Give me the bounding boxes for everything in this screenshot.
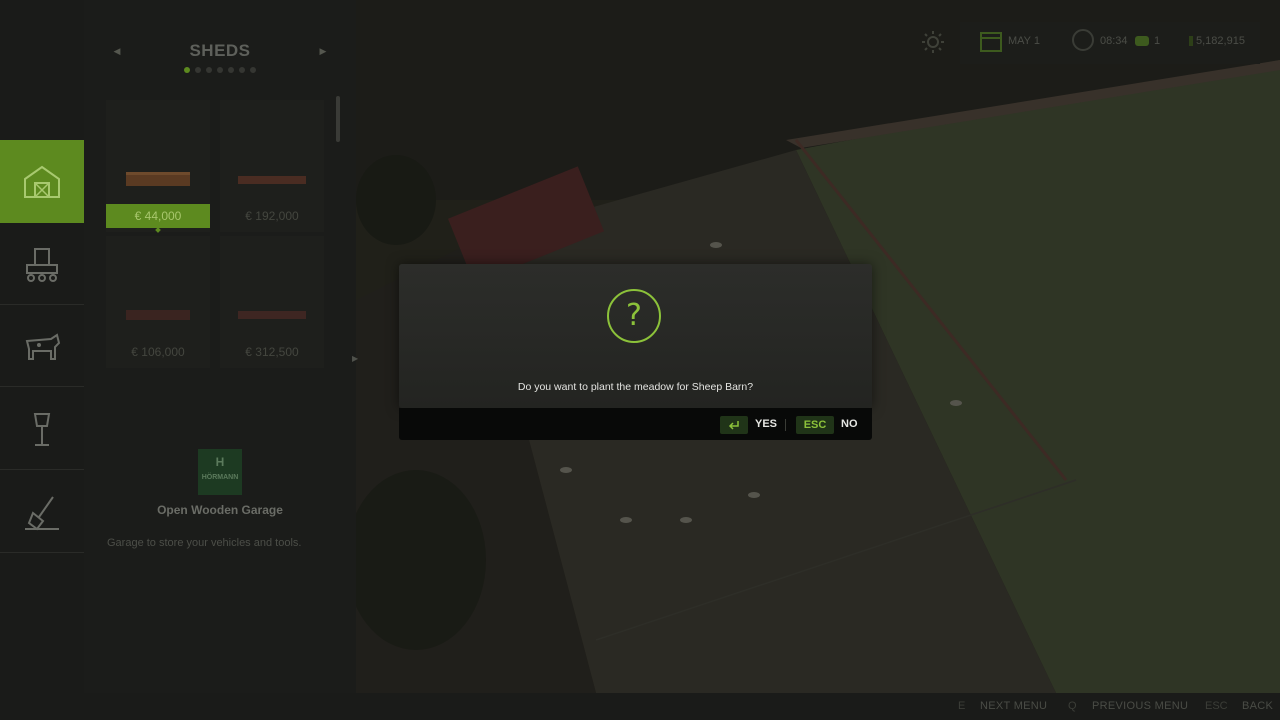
bottom-hint-bar xyxy=(0,693,1280,720)
page-indicator xyxy=(104,67,336,73)
category-sidebar xyxy=(0,0,91,693)
page-dot[interactable] xyxy=(228,67,234,73)
tab-landscaping[interactable] xyxy=(0,472,84,553)
esc-key-badge[interactable]: ESC xyxy=(796,416,834,434)
confirm-dialog: ? Do you want to plant the meadow for Sh… xyxy=(399,264,872,408)
store-item-3[interactable]: € 312,500 xyxy=(220,236,324,368)
page-dot[interactable] xyxy=(206,67,212,73)
shed-thumbnail-icon xyxy=(126,310,190,320)
shed-thumbnail-icon xyxy=(238,311,306,319)
page-dot[interactable] xyxy=(239,67,245,73)
no-button[interactable]: NO xyxy=(841,418,858,430)
page-dot[interactable] xyxy=(195,67,201,73)
item-price: € 312,500 xyxy=(245,345,299,359)
tab-animals[interactable] xyxy=(0,306,84,387)
hud-money: 5,182,915 xyxy=(1196,35,1245,47)
hint-key-back: ESC xyxy=(1205,700,1228,712)
hud-date: MAY 1 xyxy=(1008,35,1040,47)
barn-icon xyxy=(24,165,60,198)
dialog-message: Do you want to plant the meadow for Shee… xyxy=(517,381,754,393)
question-mark-icon: ? xyxy=(607,289,661,343)
store-panel: ◀ SHEDS ▶ € 44,000 € 192,000 € 106,000 €… xyxy=(84,0,356,693)
garage-thumbnail-icon xyxy=(126,172,190,186)
next-menu-button[interactable]: NEXT MENU xyxy=(980,700,1047,712)
tab-buildings[interactable] xyxy=(0,140,91,223)
category-title: SHEDS xyxy=(189,41,251,60)
hud-time-scale: 1 xyxy=(1154,35,1161,47)
item-grid-scrollbar[interactable] xyxy=(336,96,340,142)
button-separator xyxy=(785,419,786,431)
back-button[interactable]: BACK xyxy=(1242,700,1273,712)
clock-icon xyxy=(1072,29,1094,51)
item-price: € 106,000 xyxy=(131,345,185,359)
page-dot[interactable] xyxy=(250,67,256,73)
money-icon xyxy=(1189,36,1193,46)
hud-time: 08:34 xyxy=(1100,35,1128,47)
calendar-icon xyxy=(980,32,1002,52)
shovel-icon xyxy=(25,496,59,531)
page-dot[interactable] xyxy=(217,67,223,73)
time-scale-icon xyxy=(1135,36,1149,46)
tab-decorations[interactable] xyxy=(0,389,84,470)
panel-expand-arrow-icon[interactable]: ▶ xyxy=(352,354,358,363)
page-dot[interactable] xyxy=(184,67,190,73)
previous-menu-button[interactable]: PREVIOUS MENU xyxy=(1092,700,1188,712)
yes-button[interactable]: YES xyxy=(755,418,777,430)
cow-icon xyxy=(25,333,61,360)
store-item-2[interactable]: € 106,000 xyxy=(106,236,210,368)
sun-icon xyxy=(922,31,944,53)
item-price: € 192,000 xyxy=(245,209,299,223)
dialog-button-bar: YES ESC NO xyxy=(399,408,872,440)
store-item-0[interactable]: € 44,000 xyxy=(106,100,210,232)
brand-logo: H HÖRMANN xyxy=(198,449,242,495)
lamp-post-icon xyxy=(33,413,51,446)
selected-item-description: Garage to store your vehicles and tools. xyxy=(107,537,302,549)
selected-item-name: Open Wooden Garage xyxy=(157,503,283,517)
hint-key-prev: Q xyxy=(1068,700,1077,712)
production-icon xyxy=(26,248,58,282)
tab-production[interactable] xyxy=(0,224,84,305)
shed-thumbnail-icon xyxy=(238,176,306,184)
next-category-arrow-icon[interactable]: ▶ xyxy=(316,44,330,58)
enter-key-icon[interactable] xyxy=(720,416,748,434)
category-header: ◀ SHEDS ▶ xyxy=(104,36,336,76)
hint-key-next: E xyxy=(958,700,966,712)
item-price: € 44,000 xyxy=(106,204,210,228)
store-item-1[interactable]: € 192,000 xyxy=(220,100,324,232)
